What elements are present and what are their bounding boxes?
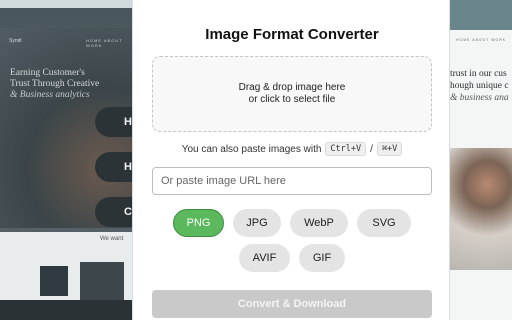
hero-pill-button[interactable]: H [95, 152, 132, 182]
convert-download-button[interactable]: Convert & Download [152, 290, 432, 318]
hero-headline-line1: Earning Customer's [10, 68, 85, 78]
thumbnail-image [80, 262, 124, 302]
browser-strip [450, 0, 512, 30]
format-avif-button[interactable]: AVIF [239, 244, 290, 272]
shortcut-ctrl-v: Ctrl+V [325, 142, 367, 156]
site-nav: HOME ABOUT WORK [86, 38, 123, 48]
site-logo: Syndi [9, 38, 22, 44]
paste-hint: You can also paste images with Ctrl+V / … [133, 142, 451, 156]
background-page-right: HOME ABOUT WORK trust in our cus hough u… [450, 0, 512, 320]
hero-headline-line3: & Business analytics [10, 90, 90, 100]
format-row: AVIF GIF [133, 244, 451, 272]
paste-hint-text: You can also paste images with [181, 143, 322, 155]
hero-text-line3: & business ana [450, 93, 509, 103]
hero-headline-line2: Trust Through Creative [10, 79, 100, 89]
image-dropzone[interactable]: Drag & drop image here or click to selec… [152, 56, 432, 132]
hero-text: trust in our cus hough unique c & busine… [450, 68, 512, 104]
hero-text-line2: hough unique c [450, 81, 509, 91]
dropzone-line1: Drag & drop image here [238, 82, 346, 93]
format-webp-button[interactable]: WebP [290, 209, 348, 237]
hero-pill-button[interactable]: C [95, 197, 132, 227]
format-row: PNG JPG WebP SVG [133, 209, 451, 237]
shortcut-cmd-v: ⌘+V [376, 142, 403, 156]
hero-pill-button[interactable]: H [95, 107, 132, 137]
image-url-input[interactable] [152, 167, 432, 195]
background-page-left: Syndi HOME ABOUT WORK Earning Customer's… [0, 0, 132, 320]
hero-photo [450, 148, 512, 270]
footer-strip [0, 300, 132, 320]
thumbnail-image [40, 266, 68, 296]
browser-strip [0, 0, 132, 8]
hero-headline: Earning Customer's Trust Through Creativ… [10, 68, 120, 101]
format-png-button[interactable]: PNG [173, 209, 224, 237]
site-nav: HOME ABOUT WORK [456, 38, 507, 42]
converter-panel: Image Format Converter Drag & drop image… [132, 0, 450, 320]
converter-title: Image Format Converter [205, 26, 379, 43]
format-gif-button[interactable]: GIF [299, 244, 345, 272]
shortcut-separator: / [370, 143, 373, 155]
hero-text-line1: trust in our cus [450, 69, 507, 79]
format-svg-button[interactable]: SVG [357, 209, 411, 237]
dropzone-line2: or click to select file [248, 94, 336, 105]
format-jpg-button[interactable]: JPG [233, 209, 281, 237]
section-text: We want [100, 236, 124, 242]
